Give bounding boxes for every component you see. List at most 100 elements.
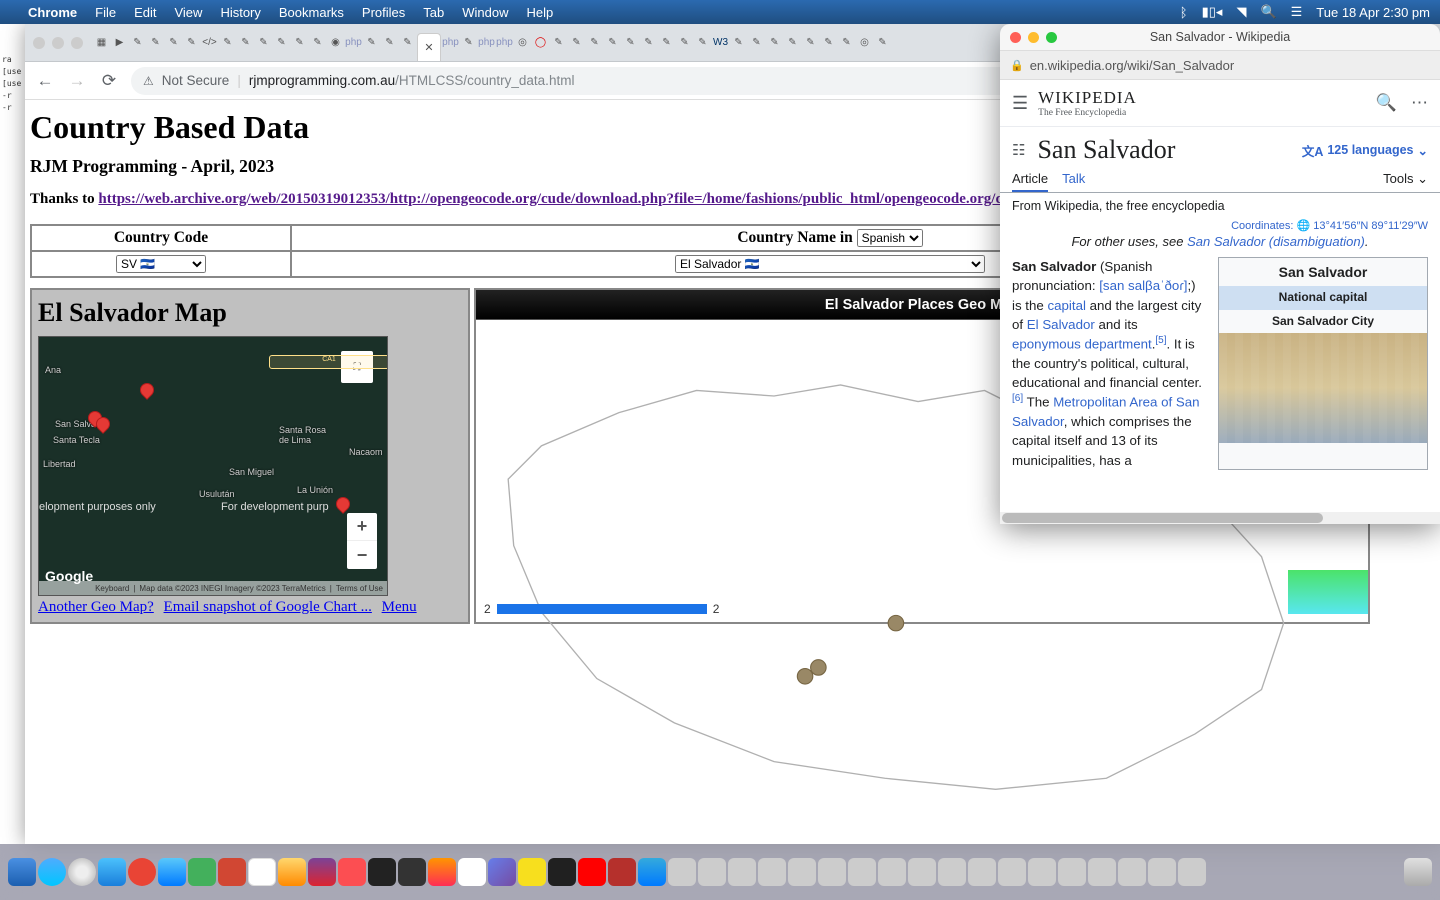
dock-firefox-icon[interactable] bbox=[458, 858, 486, 886]
reload-button[interactable]: ⟳ bbox=[99, 71, 119, 91]
tab-icon[interactable]: ✎ bbox=[622, 34, 639, 51]
tab-icon[interactable]: ✎ bbox=[255, 34, 272, 51]
zoom-in-button[interactable]: + bbox=[347, 513, 377, 541]
dock-facetime-icon[interactable] bbox=[188, 858, 216, 886]
dock-filezilla-icon[interactable] bbox=[518, 858, 546, 886]
menubar-clock[interactable]: Tue 18 Apr 2:30 pm bbox=[1316, 5, 1430, 20]
tab-icon[interactable]: ✎ bbox=[460, 34, 477, 51]
tab-icon[interactable]: ✎ bbox=[237, 34, 254, 51]
google-map[interactable]: ⛶ +− San Salvador Santa Tecla Ana Santa … bbox=[38, 336, 388, 596]
dock-app-icon[interactable] bbox=[698, 858, 726, 886]
tab-icon[interactable]: ✎ bbox=[183, 34, 200, 51]
dock-app-icon[interactable] bbox=[728, 858, 756, 886]
dock-app-icon[interactable] bbox=[908, 858, 936, 886]
menu-tab[interactable]: Tab bbox=[423, 5, 444, 20]
dock-app-icon[interactable] bbox=[608, 858, 636, 886]
spotlight-icon[interactable]: 🔍 bbox=[1260, 4, 1276, 20]
dock-trash-icon[interactable] bbox=[1404, 858, 1432, 886]
dock-app-icon[interactable] bbox=[848, 858, 876, 886]
wifi-icon[interactable]: ◥ bbox=[1236, 4, 1246, 20]
dock-app-icon[interactable] bbox=[758, 858, 786, 886]
menu-file[interactable]: File bbox=[95, 5, 116, 20]
language-switcher[interactable]: 文A 125 languages ⌄ bbox=[1302, 141, 1428, 160]
tab-icon[interactable]: ▶ bbox=[111, 34, 128, 51]
dock-app-icon[interactable] bbox=[998, 858, 1026, 886]
safari-addressbar[interactable]: 🔒 en.wikipedia.org/wiki/San_Salvador bbox=[1000, 50, 1440, 80]
maximize-icon[interactable] bbox=[1046, 32, 1057, 43]
tab-icon[interactable]: ✎ bbox=[658, 34, 675, 51]
tab-icon[interactable]: ✎ bbox=[694, 34, 711, 51]
tab-talk[interactable]: Talk bbox=[1062, 171, 1085, 192]
tab-icon[interactable]: ✎ bbox=[604, 34, 621, 51]
tab-icon[interactable]: ✎ bbox=[784, 34, 801, 51]
map-pin-icon[interactable] bbox=[95, 417, 109, 437]
dock-app-icon[interactable] bbox=[788, 858, 816, 886]
more-icon[interactable]: ⋯ bbox=[1411, 93, 1428, 113]
tab-icon[interactable]: ✎ bbox=[640, 34, 657, 51]
minimize-icon[interactable] bbox=[1028, 32, 1039, 43]
forward-button[interactable]: → bbox=[67, 71, 87, 91]
tab-icon[interactable]: ◎ bbox=[514, 34, 531, 51]
dock-app-icon[interactable] bbox=[1148, 858, 1176, 886]
dock-app-icon[interactable] bbox=[1028, 858, 1056, 886]
menu-window[interactable]: Window bbox=[462, 5, 508, 20]
country-name-select[interactable]: El Salvador 🇸🇻 bbox=[675, 255, 985, 273]
dock-finder-icon[interactable] bbox=[8, 858, 36, 886]
zoom-controls[interactable]: +− bbox=[347, 513, 377, 569]
tab-icon[interactable]: ✎ bbox=[381, 34, 398, 51]
dock-appstore-icon[interactable] bbox=[368, 858, 396, 886]
tab-icon[interactable]: ✎ bbox=[730, 34, 747, 51]
menu-help[interactable]: Help bbox=[527, 5, 554, 20]
tab-icon[interactable]: ▦ bbox=[93, 34, 110, 51]
tab-icon[interactable]: ✎ bbox=[748, 34, 765, 51]
menu-history[interactable]: History bbox=[220, 5, 260, 20]
zoom-out-button[interactable]: − bbox=[347, 541, 377, 569]
dock-news-icon[interactable] bbox=[338, 858, 366, 886]
another-geo-map-link[interactable]: Another Geo Map? bbox=[38, 599, 154, 615]
tab-icon[interactable]: ✎ bbox=[165, 34, 182, 51]
dock-safari-icon[interactable] bbox=[38, 858, 66, 886]
tab-icon[interactable]: ◯ bbox=[532, 34, 549, 51]
tab-icon[interactable]: ✎ bbox=[129, 34, 146, 51]
dock-calendar-icon[interactable] bbox=[248, 858, 276, 886]
hamburger-icon[interactable]: ☰ bbox=[1012, 93, 1028, 114]
country-code-select[interactable]: SV 🇸🇻 bbox=[116, 255, 206, 273]
tab-icon[interactable]: ✎ bbox=[874, 34, 891, 51]
coordinates-link[interactable]: 13°41′56″N 89°11′29″W bbox=[1313, 220, 1428, 232]
tab-icon[interactable]: php bbox=[496, 34, 513, 51]
tab-icon[interactable]: W3 bbox=[712, 34, 729, 51]
tab-icon[interactable]: ◎ bbox=[856, 34, 873, 51]
menu-bookmarks[interactable]: Bookmarks bbox=[279, 5, 344, 20]
toc-icon[interactable]: ☷ bbox=[1012, 141, 1025, 159]
tab-icon[interactable]: php bbox=[478, 34, 495, 51]
dock-settings-icon[interactable] bbox=[68, 858, 96, 886]
tab-icon[interactable]: ✎ bbox=[586, 34, 603, 51]
tools-dropdown[interactable]: Tools ⌄ bbox=[1383, 171, 1428, 192]
dock-app-icon[interactable] bbox=[638, 858, 666, 886]
tab-icon[interactable]: ✎ bbox=[676, 34, 693, 51]
tab-icon[interactable]: ✎ bbox=[550, 34, 567, 51]
dock-app-icon[interactable] bbox=[278, 858, 306, 886]
horizontal-scrollbar[interactable] bbox=[1000, 512, 1440, 524]
tab-icon[interactable]: ✎ bbox=[568, 34, 585, 51]
dock-app-icon[interactable] bbox=[938, 858, 966, 886]
close-icon[interactable] bbox=[1010, 32, 1021, 43]
tab-icon[interactable]: php bbox=[442, 34, 459, 51]
disambiguation-link[interactable]: San Salvador (disambiguation) bbox=[1187, 234, 1365, 249]
dock-app-icon[interactable] bbox=[1088, 858, 1116, 886]
dock-app-icon[interactable] bbox=[1118, 858, 1146, 886]
tab-icon[interactable]: ✎ bbox=[820, 34, 837, 51]
tab-icon[interactable]: ✎ bbox=[802, 34, 819, 51]
dock-app-icon[interactable] bbox=[668, 858, 696, 886]
tab-icon[interactable]: ✎ bbox=[147, 34, 164, 51]
tab-icon[interactable]: ✎ bbox=[291, 34, 308, 51]
tab-icon[interactable]: </> bbox=[201, 34, 218, 51]
menu-edit[interactable]: Edit bbox=[134, 5, 156, 20]
dock-app-icon[interactable] bbox=[878, 858, 906, 886]
tab-icon[interactable]: ✎ bbox=[363, 34, 380, 51]
dock-mail-icon[interactable] bbox=[98, 858, 126, 886]
back-button[interactable]: ← bbox=[35, 71, 55, 91]
tab-icon[interactable]: ◉ bbox=[327, 34, 344, 51]
thanks-link[interactable]: https://web.archive.org/web/201503190123… bbox=[98, 191, 1022, 207]
menu-view[interactable]: View bbox=[174, 5, 202, 20]
